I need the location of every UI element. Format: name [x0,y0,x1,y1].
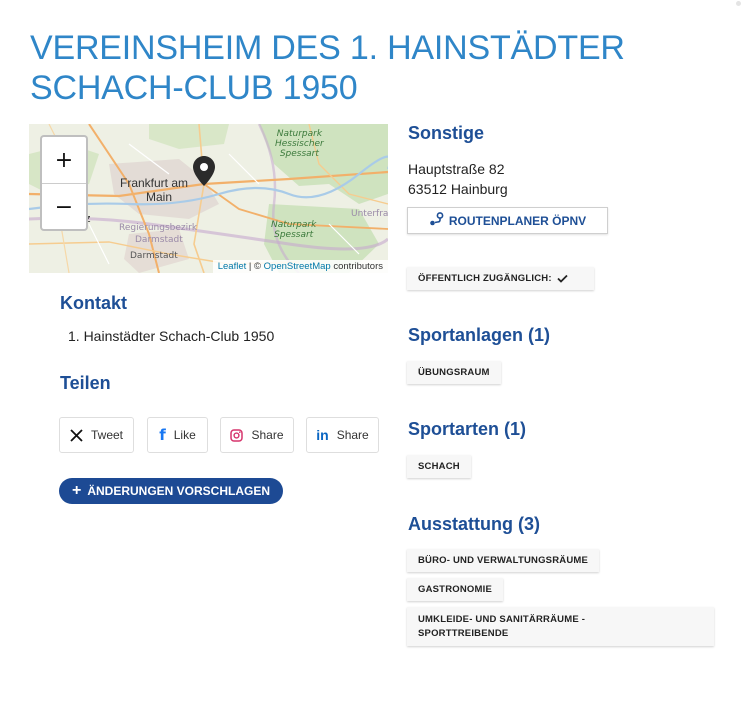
instagram-share-label: Share [251,428,284,442]
kontakt-list: 1. Hainstädter Schach-Club 1950 [68,328,274,344]
map-label-naturpark-spessart: Naturpark Spessart [271,220,317,240]
map-label-main: Main [146,190,173,204]
public-access-badge: ÖFFENTLICH ZUGÄNGLICH: [407,267,594,290]
instagram-icon [230,428,244,442]
sportarten-heading: Sportarten (1) [408,419,527,439]
zoom-out-button[interactable]: − [42,184,86,230]
sonstige-heading: Sonstige [408,123,485,143]
attribution-separator: | © [246,261,264,272]
zoom-in-button[interactable]: + [42,137,86,184]
linkedin-share-label: Share [336,428,369,442]
route-planner-label: ROUTENPLANER ÖPNV [448,213,587,228]
map-label-unterfranken: Unterfra [351,209,388,219]
facebook-like-button[interactable]: f Like [147,417,208,453]
plus-icon: + [71,482,82,499]
facebook-icon: f [159,426,166,444]
linkedin-icon: in [316,427,329,443]
attribution-contributors: contributors [330,261,383,272]
map-label-darmstadt: Darmstadt [130,251,178,261]
like-label: Like [173,428,196,442]
map-marker-icon[interactable] [193,156,215,186]
kontakt-name: 1. Hainstädter Schach-Club 1950 [68,328,275,344]
instagram-share-button[interactable]: Share [220,417,294,453]
ausstattung-tag-umkleide: UMKLEIDE- UND SANITÄRRÄUME - SPORTTREIBE… [407,607,714,646]
sportanlage-tag: ÜBUNGSRAUM [407,361,501,384]
public-access-label: ÖFFENTLICH ZUGÄNGLICH: [418,273,552,284]
ausstattung-tag-umkleide-line1: UMKLEIDE- UND SANITÄRRÄUME - [418,613,586,625]
ausstattung-heading: Ausstattung (3) [408,514,540,534]
ausstattung-tag-buero: BÜRO- UND VERWALTUNGSRÄUME [407,549,600,572]
sportart-tag: SCHACH [407,455,471,478]
leaflet-link[interactable]: Leaflet [218,261,247,272]
map-label-naturpark-hessischer: Naturpark Hessischer Spessart [275,129,324,159]
linkedin-share-button[interactable]: in Share [306,417,379,453]
ausstattung-tag-gastronomie: GASTRONOMIE [407,578,503,601]
route-icon [429,212,445,229]
tweet-button[interactable]: Tweet [59,417,134,453]
map-label-darmstadt-region: Darmstadt [135,235,183,245]
ausstattung-tag-umkleide-line2: SPORTTREIBENDE [418,627,509,639]
corner-indicator [736,1,741,6]
address: Hauptstraße 82 63512 Hainburg [408,159,508,199]
page-title: VEREINSHEIM DES 1. HAINSTÄDTER SCHACH-CL… [30,29,625,107]
route-planner-button[interactable]: ROUTENPLANER ÖPNV [407,207,608,234]
map-attribution: Leaflet | © OpenStreetMap contributors [212,260,388,273]
map-label-regierungsbezirk: Regierungsbezirk [119,223,198,233]
address-city: 63512 Hainburg [408,181,508,197]
zoom-control: + − [40,135,88,231]
sportanlagen-heading: Sportanlagen (1) [408,325,551,345]
suggest-changes-label: ÄNDERUNGEN VORSCHLAGEN [87,484,271,498]
map-label-frankfurt: Frankfurt am [120,176,189,190]
address-street: Hauptstraße 82 [408,161,505,177]
suggest-changes-button[interactable]: + ÄNDERUNGEN VORSCHLAGEN [59,478,283,504]
teilen-heading: Teilen [60,373,111,393]
kontakt-heading: Kontakt [60,293,127,313]
tweet-label: Tweet [90,428,123,442]
openstreetmap-link[interactable]: OpenStreetMap [264,261,331,272]
location-map[interactable]: Frankfurt am Main nz Naturpark Hessische… [29,124,388,273]
x-icon [70,428,83,442]
check-icon [557,274,568,283]
